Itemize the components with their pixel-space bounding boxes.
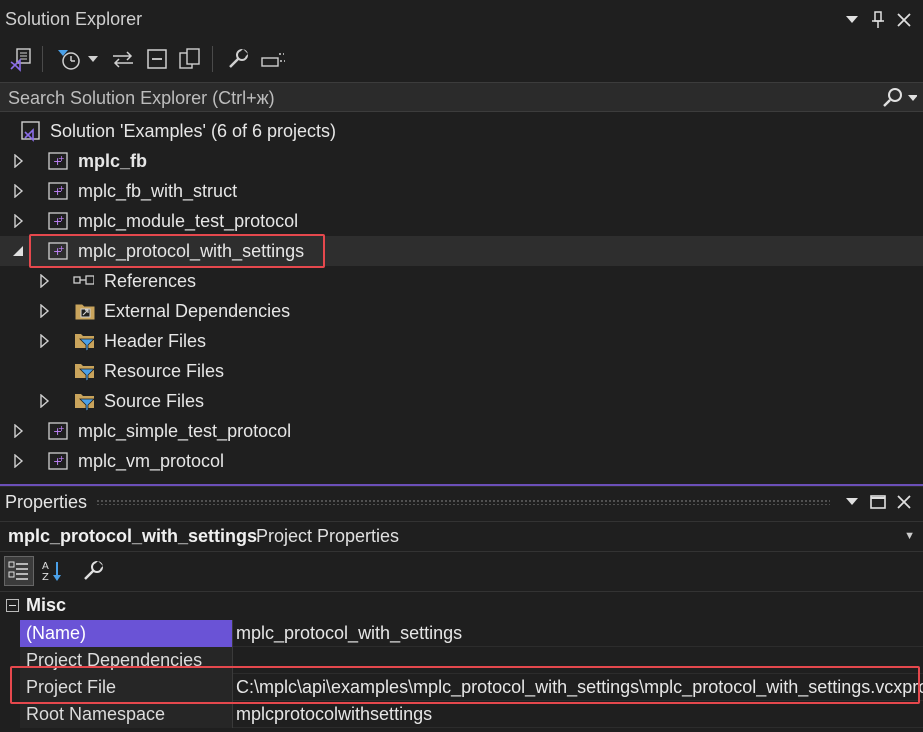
cpp-project-icon: ++: [48, 422, 68, 440]
expand-arrow-icon[interactable]: [12, 184, 26, 198]
svg-text:A: A: [42, 561, 49, 572]
search-icon[interactable]: [881, 87, 904, 109]
filter-folder-label: Header Files: [104, 331, 207, 351]
solution-label: Solution 'Examples' (6 of 6 projects): [50, 121, 337, 141]
property-value[interactable]: mplc_protocol_with_settings: [232, 620, 923, 647]
categorized-icon[interactable]: [4, 556, 34, 586]
search-input[interactable]: [8, 86, 848, 110]
solution-explorer-title-bar: Solution Explorer: [0, 0, 923, 38]
expand-arrow-icon[interactable]: [38, 394, 52, 408]
external-dependencies-icon: [75, 304, 95, 320]
close-icon[interactable]: [891, 7, 917, 33]
pin-icon[interactable]: [865, 7, 891, 33]
svg-text:+: +: [58, 184, 65, 193]
property-row[interactable]: (Name) mplc_protocol_with_settings: [20, 620, 923, 647]
search-options[interactable]: [881, 86, 917, 110]
switch-views-icon[interactable]: [6, 44, 36, 74]
sync-with-active-document-icon[interactable]: [108, 44, 138, 74]
solution-icon: [21, 121, 40, 142]
search-dropdown-icon[interactable]: [907, 95, 917, 101]
properties-title-buttons: [839, 489, 917, 515]
tree-node-solution[interactable]: Solution 'Examples' (6 of 6 projects): [0, 116, 923, 146]
filter-dropdown-icon[interactable]: [84, 44, 102, 74]
tree-node-project[interactable]: + + mplc_vm_protocol: [0, 446, 923, 476]
project-label: mplc_module_test_protocol: [78, 211, 299, 231]
tree-node-filter-folder[interactable]: Header Files: [0, 326, 923, 356]
collapse-all-icon[interactable]: [142, 44, 172, 74]
title-buttons: [839, 7, 917, 33]
solution-explorer-search: [0, 82, 923, 112]
object-name: mplc_protocol_with_settings: [8, 526, 258, 546]
tree-node-filter-folder[interactable]: Resource Files: [0, 356, 923, 386]
properties-wrench-icon[interactable]: [223, 44, 253, 74]
filter-folder-icon: [75, 334, 95, 352]
tree-node-project[interactable]: + + mplc_fb_with_struct: [0, 176, 923, 206]
expand-arrow-icon[interactable]: [38, 274, 52, 288]
project-label: mplc_vm_protocol: [78, 451, 225, 471]
filter-folder-icon: [75, 364, 95, 382]
references-icon: [73, 275, 94, 285]
external-dependencies-label: External Dependencies: [104, 301, 291, 321]
tree-node-references[interactable]: References: [0, 266, 923, 296]
svg-text:Z: Z: [42, 572, 49, 583]
collapse-category-icon[interactable]: [6, 599, 19, 612]
category-label: Misc: [26, 595, 67, 615]
tree-node-external-dependencies[interactable]: External Dependencies: [0, 296, 923, 326]
property-name: (Name): [20, 620, 232, 647]
pending-changes-filter-icon[interactable]: [54, 44, 84, 74]
properties-title-bar: Properties: [0, 487, 923, 517]
cpp-project-icon: ++: [48, 452, 68, 470]
project-label: mplc_fb_with_struct: [78, 181, 238, 201]
project-label: mplc_simple_test_protocol: [78, 421, 292, 441]
collapse-arrow-icon[interactable]: [11, 244, 25, 258]
properties-toolbar: AZ: [0, 551, 923, 587]
solution-explorer-panel: Solution Explorer Search Solution Explor…: [0, 0, 923, 484]
svg-text:+: +: [58, 424, 65, 433]
cpp-project-icon: ++: [48, 212, 68, 230]
solution-explorer-title: Solution Explorer: [5, 9, 143, 29]
references-label: References: [104, 271, 197, 291]
cpp-project-icon: ++: [48, 152, 68, 170]
cpp-project-icon: ++: [48, 182, 68, 200]
alphabetical-icon[interactable]: AZ: [38, 556, 68, 586]
property-row[interactable]: Root Namespace mplcprotocolwithsettings: [20, 701, 923, 728]
svg-text:+: +: [58, 454, 65, 463]
expand-arrow-icon[interactable]: [38, 304, 52, 318]
expand-arrow-icon[interactable]: [12, 154, 26, 168]
expand-arrow-icon[interactable]: [12, 454, 26, 468]
property-grid: Misc (Name) mplc_protocol_with_settings …: [0, 591, 923, 732]
svg-text:+: +: [58, 214, 65, 223]
drag-grip[interactable]: [96, 499, 830, 505]
property-value[interactable]: mplcprotocolwithsettings: [232, 701, 923, 728]
property-name: Root Namespace: [20, 701, 232, 728]
maximize-icon[interactable]: [865, 489, 891, 515]
tree-node-project[interactable]: + + mplc_module_test_protocol: [0, 206, 923, 236]
object-selector[interactable]: mplc_protocol_with_settings Project Prop…: [0, 521, 923, 549]
highlight-annotation-box: [10, 666, 920, 704]
window-position-dropdown-icon[interactable]: [839, 7, 865, 33]
tree-node-project[interactable]: + + mplc_simple_test_protocol: [0, 416, 923, 446]
filter-folder-label: Source Files: [104, 391, 205, 411]
tree-node-project[interactable]: + + mplc_fb: [0, 146, 923, 176]
expand-arrow-icon[interactable]: [12, 424, 26, 438]
svg-text:+: +: [58, 154, 65, 163]
highlight-annotation-box: [29, 234, 325, 268]
object-type: Project Properties: [256, 526, 400, 546]
expand-arrow-icon[interactable]: [38, 334, 52, 348]
tree-node-filter-folder[interactable]: Source Files: [0, 386, 923, 416]
close-icon[interactable]: [891, 489, 917, 515]
window-position-dropdown-icon[interactable]: [839, 489, 865, 515]
category-header[interactable]: Misc: [0, 594, 923, 618]
show-all-files-icon[interactable]: [175, 44, 205, 74]
filter-folder-icon: [75, 394, 95, 412]
property-pages-wrench-icon[interactable]: [78, 556, 108, 586]
preview-selected-items-icon[interactable]: [258, 44, 288, 74]
expand-arrow-icon[interactable]: [12, 214, 26, 228]
chevron-down-icon[interactable]: ▼: [904, 530, 915, 542]
solution-explorer-toolbar: [0, 40, 923, 78]
properties-title: Properties: [5, 492, 88, 512]
filter-folder-label: Resource Files: [104, 361, 225, 381]
project-label: mplc_fb: [78, 151, 148, 171]
